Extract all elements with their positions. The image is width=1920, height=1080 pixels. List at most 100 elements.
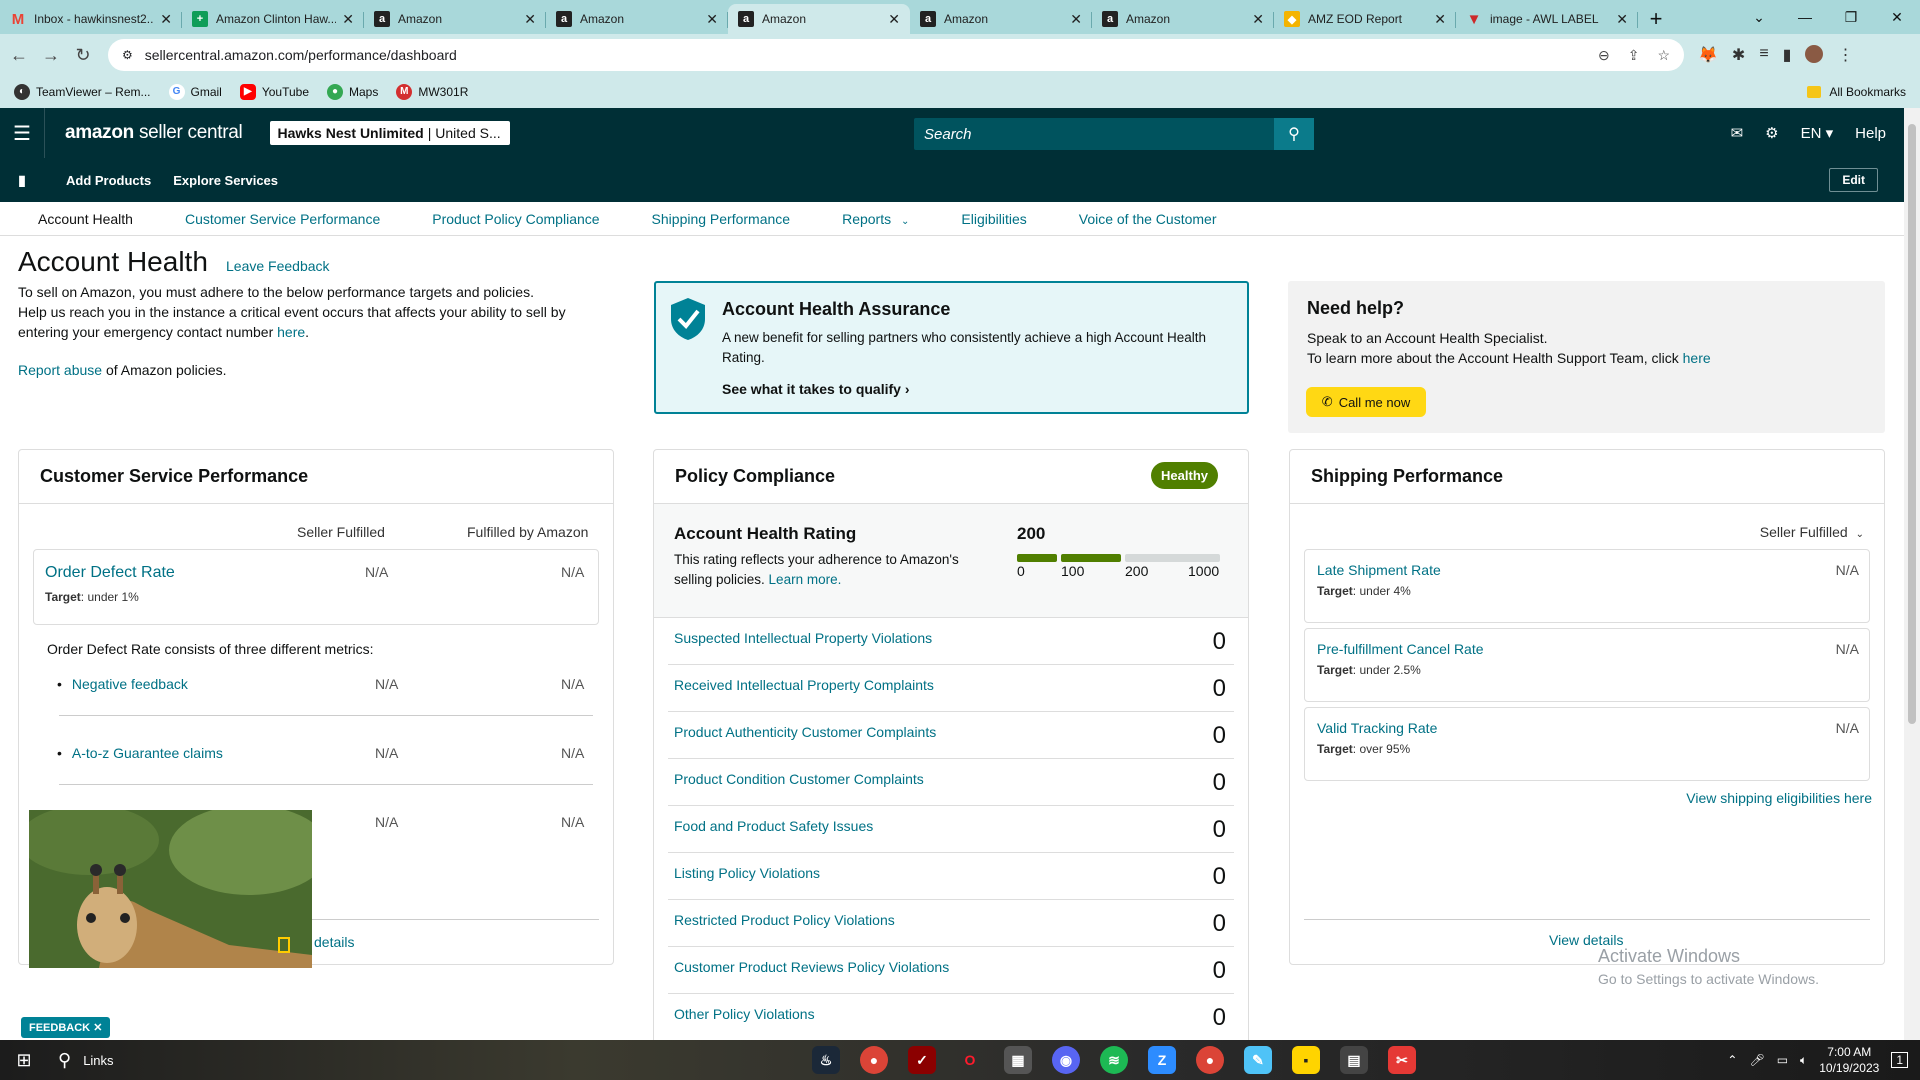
hamburger-menu-icon[interactable]: ☰ — [0, 121, 44, 146]
negative-feedback-link[interactable]: Negative feedback — [57, 676, 188, 692]
reload-icon[interactable]: ↻ — [70, 45, 96, 66]
browser-tab-active[interactable]: a Amazon ✕ — [728, 4, 910, 34]
sticky-notes-icon[interactable]: ▪ — [1292, 1046, 1320, 1074]
mail-icon[interactable]: ✉ — [1731, 124, 1744, 142]
policy-row-link[interactable]: Suspected Intellectual Property Violatio… — [674, 630, 932, 646]
opera-icon[interactable]: O — [956, 1046, 984, 1074]
search-input[interactable]: Search ⚲ — [914, 118, 1314, 150]
bookmark-teamviewer[interactable]: ◐ TeamViewer – Rem... — [14, 84, 151, 100]
tab-shipping-performance[interactable]: Shipping Performance — [652, 211, 791, 227]
close-tab-icon[interactable]: ✕ — [1616, 11, 1628, 28]
policy-row-link[interactable]: Food and Product Safety Issues — [674, 818, 873, 834]
bookmark-mw301r[interactable]: M MW301R — [396, 84, 468, 100]
a-to-z-claims-link[interactable]: A-to-z Guarantee claims — [57, 745, 223, 761]
notepad-icon[interactable]: ✎ — [1244, 1046, 1272, 1074]
minimize-icon[interactable]: — — [1782, 9, 1828, 25]
browser-tab[interactable]: ▼ image - AWL LABEL ✕ — [1456, 4, 1638, 34]
policy-row-link[interactable]: Product Authenticity Customer Complaints — [674, 724, 936, 740]
policy-row-link[interactable]: Restricted Product Policy Violations — [674, 912, 895, 928]
install-icon[interactable]: ⊖ — [1598, 47, 1610, 64]
tab-customer-service-performance[interactable]: Customer Service Performance — [185, 211, 380, 227]
side-panel-icon[interactable]: ▮ — [1783, 45, 1792, 65]
explore-services-link[interactable]: Explore Services — [173, 173, 278, 188]
page-scrollbar[interactable] — [1904, 108, 1920, 1040]
tab-voice-of-the-customer[interactable]: Voice of the Customer — [1079, 211, 1217, 227]
taskbar-search[interactable]: ⚲ Links — [48, 1050, 228, 1071]
edit-button[interactable]: Edit — [1829, 168, 1878, 192]
bookmark-icon[interactable]: ▮ — [0, 172, 44, 189]
support-team-link[interactable]: here — [1683, 350, 1711, 366]
policy-row-link[interactable]: Other Policy Violations — [674, 1006, 815, 1022]
browser-tab[interactable]: M Inbox - hawkinsnest2... ✕ — [0, 4, 182, 34]
close-tab-icon[interactable]: ✕ — [160, 11, 172, 28]
pre-fulfillment-cancel-rate-link[interactable]: Pre-fulfillment Cancel Rate — [1317, 641, 1484, 657]
browser-tab[interactable]: ◆ AMZ EOD Report ✕ — [1274, 4, 1456, 34]
view-details-link[interactable]: details — [314, 934, 354, 950]
chrome-icon[interactable]: ● — [860, 1046, 888, 1074]
browser-tab[interactable]: a Amazon ✕ — [910, 4, 1092, 34]
close-tab-icon[interactable]: ✕ — [342, 11, 354, 28]
late-shipment-rate-link[interactable]: Late Shipment Rate — [1317, 562, 1441, 578]
clock[interactable]: 7:00 AM 10/19/2023 — [1819, 1044, 1879, 1076]
tab-eligibilities[interactable]: Eligibilities — [961, 211, 1026, 227]
language-selector[interactable]: EN ▾ — [1801, 124, 1834, 142]
help-link[interactable]: Help — [1855, 125, 1886, 142]
close-window-icon[interactable]: ✕ — [1874, 9, 1920, 26]
app-icon[interactable]: ✓ — [908, 1046, 936, 1074]
metamask-icon[interactable]: 🦊 — [1698, 45, 1718, 65]
screensketch-icon[interactable]: ✂ — [1388, 1046, 1416, 1074]
tab-search-icon[interactable]: ⌄ — [1736, 9, 1782, 26]
emergency-contact-link[interactable]: here — [277, 324, 305, 340]
volume-icon[interactable]: 🔈︎ — [1800, 1053, 1807, 1068]
reading-list-icon[interactable]: ≡ — [1759, 45, 1768, 65]
seller-central-logo[interactable]: amazon seller central — [44, 108, 243, 158]
leave-feedback-link[interactable]: Leave Feedback — [226, 258, 330, 274]
notification-icon[interactable]: 1 — [1891, 1052, 1908, 1068]
tab-account-health[interactable]: Account Health — [38, 211, 133, 227]
close-tab-icon[interactable]: ✕ — [1434, 11, 1446, 28]
learn-more-link[interactable]: Learn more. — [769, 572, 842, 587]
zoom-icon[interactable]: Z — [1148, 1046, 1176, 1074]
close-icon[interactable]: ✕ — [93, 1022, 102, 1034]
network-icon[interactable]: ▭ — [1777, 1053, 1788, 1067]
close-tab-icon[interactable]: ✕ — [1252, 11, 1264, 28]
browser-tab[interactable]: + Amazon Clinton Haw... ✕ — [182, 4, 364, 34]
browser-tab[interactable]: a Amazon ✕ — [1092, 4, 1274, 34]
chrome-active-icon[interactable]: ● — [1196, 1046, 1224, 1074]
bookmark-gmail[interactable]: G Gmail — [168, 84, 222, 100]
extensions-icon[interactable]: ✱ — [1732, 45, 1745, 65]
all-bookmarks[interactable]: All Bookmarks — [1807, 85, 1906, 99]
site-info-icon[interactable]: ⚙ — [122, 48, 133, 62]
tray-overflow-icon[interactable]: ⌃ — [1727, 1053, 1737, 1067]
spotify-icon[interactable]: ≋ — [1100, 1046, 1128, 1074]
picture-in-picture-video[interactable] — [29, 810, 312, 968]
restore-icon[interactable]: ❐ — [1828, 9, 1874, 26]
windows-start-icon[interactable]: ⊞ — [0, 1050, 48, 1071]
url-field[interactable]: ⚙ sellercentral.amazon.com/performance/d… — [108, 39, 1684, 71]
policy-row-link[interactable]: Received Intellectual Property Complaint… — [674, 677, 934, 693]
browser-tab[interactable]: a Amazon ✕ — [364, 4, 546, 34]
search-icon[interactable]: ⚲ — [1274, 118, 1314, 150]
share-icon[interactable]: ⇪ — [1628, 47, 1640, 64]
report-abuse-link[interactable]: Report abuse — [18, 362, 102, 378]
scrollbar-thumb[interactable] — [1908, 124, 1916, 724]
microphone-icon[interactable]: 🎤︎ — [1749, 1053, 1764, 1067]
close-tab-icon[interactable]: ✕ — [1070, 11, 1082, 28]
tab-reports[interactable]: Reports ⌄ — [842, 211, 909, 227]
steam-icon[interactable]: ♨ — [812, 1046, 840, 1074]
profile-avatar[interactable] — [1805, 45, 1824, 63]
valid-tracking-rate-link[interactable]: Valid Tracking Rate — [1317, 720, 1437, 736]
browser-tab[interactable]: a Amazon ✕ — [546, 4, 728, 34]
fulfillment-filter-dropdown[interactable]: Seller Fulfilled ⌄ — [1760, 524, 1864, 540]
menu-icon[interactable]: ⋮ — [1837, 45, 1853, 65]
policy-row-link[interactable]: Product Condition Customer Complaints — [674, 771, 924, 787]
qualify-link[interactable]: See what it takes to qualify › — [722, 381, 910, 397]
close-tab-icon[interactable]: ✕ — [524, 11, 536, 28]
close-tab-icon[interactable]: ✕ — [888, 11, 900, 28]
discord-icon[interactable]: ◉ — [1052, 1046, 1080, 1074]
policy-row-link[interactable]: Customer Product Reviews Policy Violatio… — [674, 959, 949, 975]
tab-product-policy-compliance[interactable]: Product Policy Compliance — [432, 211, 599, 227]
shipping-eligibilities-link[interactable]: View shipping eligibilities here — [1686, 790, 1872, 806]
call-me-now-button[interactable]: ✆ Call me now — [1306, 387, 1426, 417]
bookmark-star-icon[interactable]: ☆ — [1657, 47, 1670, 64]
